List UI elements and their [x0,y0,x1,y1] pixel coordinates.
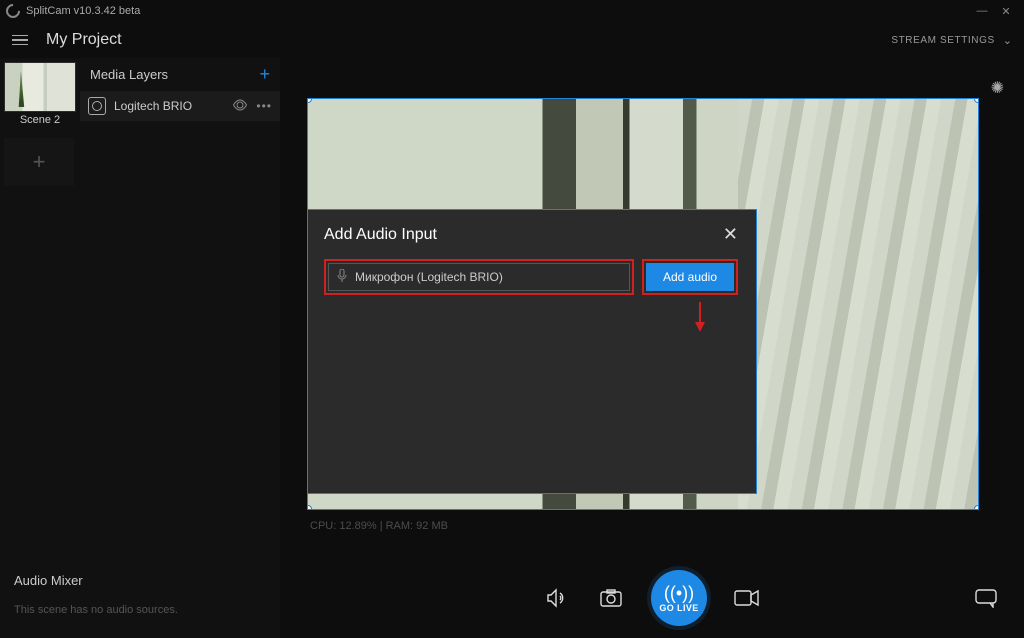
titlebar: SplitCam v10.3.42 beta — ✕ [0,0,1024,22]
layer-name: Logitech BRIO [114,99,192,113]
menu-button[interactable] [12,35,28,46]
annotation-arrow-icon [692,300,708,332]
audio-mixer-header: Audio Mixer [0,563,280,594]
camera-icon [88,97,106,115]
chat-icon[interactable] [974,588,998,614]
go-live-button[interactable]: ((•)) GO LIVE [651,570,707,626]
add-layer-button[interactable]: + [259,64,270,85]
scene-preview-image [4,62,76,112]
layer-item[interactable]: Logitech BRIO ••• [80,91,280,121]
brightness-icon[interactable]: ✺ [991,78,1004,98]
chevron-down-icon[interactable]: ⌄ [1003,34,1012,47]
layer-more-icon[interactable]: ••• [256,99,272,113]
audio-mixer-empty-text: This scene has no audio sources. [0,594,280,638]
resize-handle-tr[interactable] [974,98,979,103]
record-icon[interactable] [733,584,761,612]
modal-title: Add Audio Input [324,226,437,244]
close-window-button[interactable]: ✕ [994,5,1018,18]
app-header: My Project STREAM SETTINGS ⌄ [0,22,1024,58]
add-audio-highlight: Add audio [642,259,738,295]
speaker-icon[interactable] [543,584,571,612]
project-title: My Project [46,31,891,49]
media-layers-title: Media Layers [90,67,168,82]
media-layers-header: Media Layers + [80,58,280,91]
resize-handle-br[interactable] [974,505,979,510]
resize-handle-bl[interactable] [307,505,312,510]
scenes-row: Scene 2 Media Layers + Logitech BRIO ••• [0,58,280,130]
preview-area: ✺ Add Audio Input ✕ [280,58,1024,638]
scene-thumbnail[interactable]: Scene 2 [0,58,80,126]
add-scene-button[interactable]: + [4,138,74,186]
sidebar: Scene 2 Media Layers + Logitech BRIO ••• [0,58,280,638]
stream-settings-button[interactable]: STREAM SETTINGS [891,35,994,46]
main-area: Scene 2 Media Layers + Logitech BRIO ••• [0,58,1024,638]
audio-device-select[interactable]: Микрофон (Logitech BRIO) [328,263,630,291]
modal-close-button[interactable]: ✕ [723,224,738,245]
minimize-button[interactable]: — [970,5,994,17]
audio-device-name: Микрофон (Logitech BRIO) [355,270,503,284]
broadcast-icon: ((•)) [664,584,694,602]
resize-handle-tl[interactable] [307,98,312,103]
bottom-toolbar: ((•)) GO LIVE [280,568,1024,628]
snapshot-icon[interactable] [597,584,625,612]
system-stats: CPU: 12.89% | RAM: 92 MB [310,520,448,532]
scene-label: Scene 2 [0,114,80,126]
go-live-label: GO LIVE [659,603,698,613]
microphone-icon [337,269,347,286]
visibility-toggle-icon[interactable] [232,99,248,114]
add-audio-input-modal: Add Audio Input ✕ Микрофон (Logitech BRI… [307,209,757,494]
app-logo-icon [3,1,23,21]
window-title: SplitCam v10.3.42 beta [26,5,970,17]
add-audio-button[interactable]: Add audio [646,263,734,291]
plus-icon: + [33,149,46,175]
preview-canvas[interactable]: Add Audio Input ✕ Микрофон (Logitech BRI… [307,98,979,510]
audio-device-highlight: Микрофон (Logitech BRIO) [324,259,634,295]
